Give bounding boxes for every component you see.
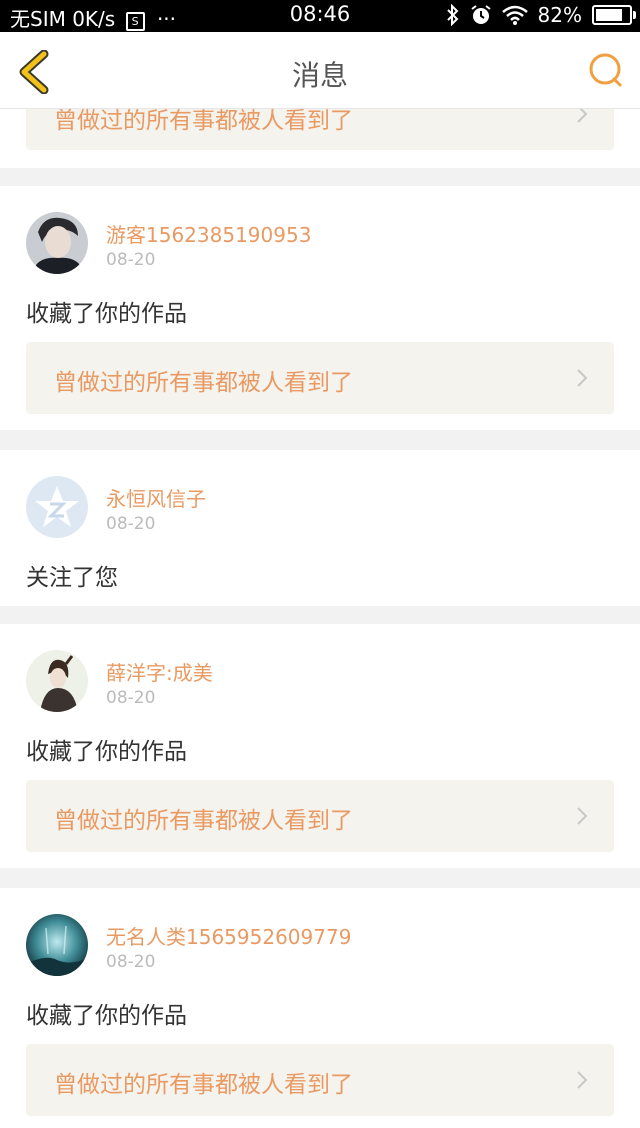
work-link[interactable]: 曾做过的所有事都被人看到了 xyxy=(26,342,614,414)
nav-bar: 消息 xyxy=(0,32,640,109)
message-date: 08-20 xyxy=(106,250,156,270)
chevron-right-icon xyxy=(577,1071,588,1089)
status-bar: 无SIM 0K/s S ··· 08:46 82% xyxy=(0,0,640,32)
chevron-right-icon xyxy=(577,369,588,387)
work-title: 曾做过的所有事都被人看到了 xyxy=(54,370,353,396)
alarm-icon xyxy=(470,5,491,24)
page-title: 消息 xyxy=(291,59,348,92)
username[interactable]: 无名人类1565952609779 xyxy=(106,921,351,950)
work-title: 曾做过的所有事都被人看到了 xyxy=(54,808,353,834)
message-card: 无名人类1565952609779 08-20 收藏了你的作品 曾做过的所有事都… xyxy=(0,888,640,1128)
username[interactable]: 游客1562385190953 xyxy=(106,219,311,248)
username[interactable]: 永恒风信子 xyxy=(106,483,206,512)
bluetooth-icon xyxy=(446,4,458,26)
message-card: 永恒风信子 08-20 关注了您 xyxy=(0,450,640,606)
avatar-image xyxy=(26,212,88,274)
avatar[interactable] xyxy=(26,476,88,538)
work-title: 曾做过的所有事都被人看到了 xyxy=(54,1072,353,1098)
battery-percent: 82% xyxy=(537,3,582,27)
wifi-icon xyxy=(501,5,528,25)
avatar-image xyxy=(26,650,88,712)
message-action: 收藏了你的作品 xyxy=(26,301,187,327)
message-date: 08-20 xyxy=(106,688,156,708)
message-date: 08-20 xyxy=(106,952,156,972)
chevron-right-icon xyxy=(577,807,588,825)
avatar[interactable] xyxy=(26,650,88,712)
avatar[interactable] xyxy=(26,212,88,274)
search-icon[interactable] xyxy=(588,52,624,88)
avatar-image xyxy=(26,914,88,976)
work-link[interactable]: 曾做过的所有事都被人看到了 xyxy=(26,1044,614,1116)
message-action: 收藏了你的作品 xyxy=(26,739,187,765)
default-avatar-icon xyxy=(26,476,88,538)
message-card: 薛洋字:成美 08-20 收藏了你的作品 曾做过的所有事都被人看到了 xyxy=(0,624,640,868)
message-action: 收藏了你的作品 xyxy=(26,1003,187,1029)
battery-icon xyxy=(592,5,636,25)
status-right: 82% xyxy=(446,3,636,27)
message-action: 关注了您 xyxy=(26,565,118,591)
work-link[interactable]: 曾做过的所有事都被人看到了 xyxy=(26,780,614,852)
message-list[interactable]: 曾做过的所有事都被人看到了 游客1562385190953 08-20 收藏了你… xyxy=(0,32,640,1128)
message-date: 08-20 xyxy=(106,514,156,534)
avatar[interactable] xyxy=(26,914,88,976)
message-card: 游客1562385190953 08-20 收藏了你的作品 曾做过的所有事都被人… xyxy=(0,186,640,430)
username[interactable]: 薛洋字:成美 xyxy=(106,657,213,686)
